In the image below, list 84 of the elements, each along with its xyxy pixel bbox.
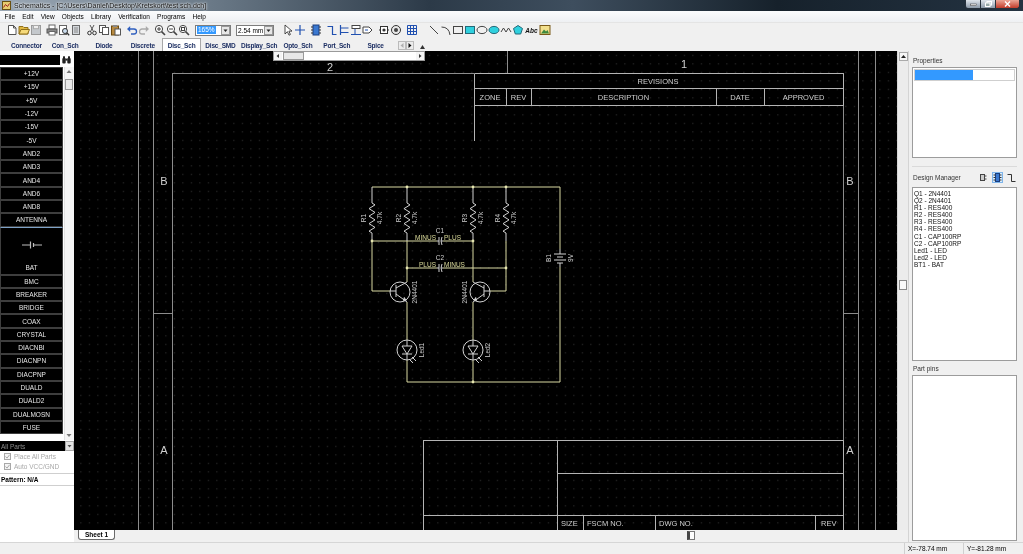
horizontal-scrollbar[interactable] (273, 51, 425, 61)
transistor-symbol (469, 281, 491, 303)
zoom-out-icon[interactable] (166, 24, 178, 36)
led-symbol (462, 339, 484, 364)
binoculars-icon[interactable] (62, 56, 71, 64)
resistor-symbol (403, 186, 411, 242)
minimize-button[interactable] (965, 0, 981, 9)
battery-symbol (553, 248, 567, 268)
scroll-left-button[interactable] (274, 52, 282, 60)
resistor-symbol (469, 186, 477, 242)
ellipse-icon[interactable] (476, 24, 488, 36)
junction-dot (405, 185, 409, 189)
chip-icon (993, 172, 1002, 182)
capacitor-symbol (436, 263, 444, 273)
junction-dot (405, 266, 409, 270)
zone-label: B (846, 175, 854, 187)
zoom-fit-icon[interactable] (178, 24, 190, 36)
restore-icon (984, 1, 992, 7)
zoom-in-icon[interactable] (154, 24, 166, 36)
component-icon[interactable] (378, 24, 390, 36)
zone-label: A (160, 444, 168, 456)
scrollbar-thumb[interactable] (283, 52, 304, 60)
battery-symbol-icon (21, 240, 42, 249)
scroll-right-button[interactable] (416, 52, 424, 60)
zone-label: B (160, 175, 168, 187)
junction-dot (471, 185, 475, 189)
scroll-up-button[interactable] (898, 52, 908, 61)
printer-icon[interactable] (46, 24, 58, 36)
junction-dot (471, 380, 475, 384)
bus-icon[interactable] (338, 24, 350, 36)
filled-rectangle-icon[interactable] (464, 24, 476, 36)
close-button[interactable] (996, 0, 1020, 9)
pointer-icon[interactable] (282, 24, 294, 36)
new-file-icon[interactable] (6, 24, 18, 36)
vertical-scrollbar[interactable] (897, 51, 908, 530)
junction-dot (504, 266, 508, 270)
clipboard-icon[interactable] (110, 24, 122, 36)
scroll-right-button[interactable] (405, 41, 414, 50)
open-folder-icon[interactable] (18, 24, 30, 36)
zone-label: 2 (326, 61, 334, 73)
print-preview-icon[interactable] (58, 24, 70, 36)
arc-icon[interactable] (440, 24, 452, 36)
undo-icon[interactable] (126, 24, 138, 36)
wire-icon[interactable] (326, 24, 338, 36)
scissors-icon[interactable] (86, 24, 98, 36)
transistor-symbol (389, 281, 411, 303)
restore-button[interactable] (981, 0, 996, 9)
zone-label: A (846, 444, 854, 456)
view-toggle-button[interactable] (992, 171, 1003, 183)
zone-label: 1 (680, 58, 688, 70)
chip-icon[interactable] (310, 24, 322, 36)
led-symbol (396, 339, 418, 364)
filled-ellipse-icon[interactable] (488, 24, 500, 36)
property-cell[interactable] (915, 70, 973, 80)
rectangle-icon[interactable] (452, 24, 464, 36)
resistor-symbol (502, 186, 510, 242)
capacitor-symbol (436, 236, 444, 246)
property-row[interactable] (914, 69, 1015, 81)
resistor-symbol (368, 186, 376, 242)
scrollbar-thumb[interactable] (687, 531, 696, 540)
collapse-arrow-icon[interactable] (419, 45, 425, 49)
line-icon[interactable] (428, 24, 440, 36)
copy-icon[interactable] (98, 24, 110, 36)
junction-dot (504, 185, 508, 189)
wire-icon (1007, 172, 1016, 182)
scrollbar-thumb[interactable] (899, 280, 907, 290)
grid-icon[interactable] (406, 24, 418, 36)
picture-icon[interactable] (539, 24, 551, 36)
scrollbar-thumb[interactable] (65, 79, 73, 90)
app-icon (2, 1, 11, 10)
view-toggle-button[interactable] (1006, 171, 1017, 183)
net-label-icon[interactable] (350, 24, 362, 36)
view-toggle-button[interactable] (978, 171, 989, 183)
page-icon[interactable] (70, 24, 82, 36)
circle-dot-icon[interactable] (390, 24, 402, 36)
junction-dot (370, 239, 374, 243)
minimize-icon (969, 1, 977, 7)
scrollbar[interactable] (64, 67, 74, 440)
junction-dot (471, 239, 475, 243)
component-icon (979, 172, 988, 182)
search-field[interactable] (0, 55, 60, 65)
port-icon[interactable] (362, 24, 374, 36)
close-icon (1004, 1, 1011, 7)
crosshair-icon[interactable] (294, 24, 306, 36)
